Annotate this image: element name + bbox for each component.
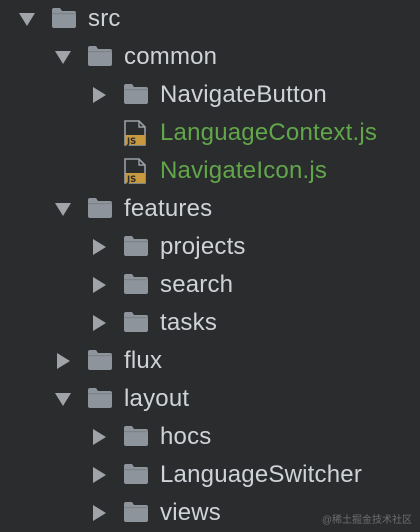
tree-row-navigatebutton[interactable]: NavigateButton — [0, 76, 420, 114]
tree-row-layout[interactable]: layout — [0, 380, 420, 418]
folder-icon — [124, 502, 148, 522]
tree-row-label: features — [124, 195, 213, 222]
tree-row-common[interactable]: common — [0, 38, 420, 76]
chevron-down-icon[interactable] — [52, 190, 74, 228]
folder-icon — [124, 236, 148, 256]
tree-row-tasks[interactable]: tasks — [0, 304, 420, 342]
watermark: @稀土掘金技术社区 — [321, 515, 412, 526]
tree-row-label: NavigateIcon.js — [160, 157, 328, 184]
javascript-file-icon: JS — [124, 158, 146, 185]
chevron-right-icon[interactable] — [88, 266, 110, 304]
chevron-right-icon[interactable] — [88, 76, 110, 114]
folder-icon — [124, 426, 148, 446]
tree-row-label: search — [160, 271, 234, 298]
folder-icon — [88, 388, 112, 408]
folder-icon — [124, 464, 148, 484]
tree-row-label: flux — [124, 347, 163, 374]
tree-row-hocs[interactable]: hocs — [0, 418, 420, 456]
folder-icon — [88, 46, 112, 66]
tree-row-label: layout — [124, 385, 190, 412]
tree-row-label: LanguageSwitcher — [160, 461, 363, 488]
tree-row-src[interactable]: src — [0, 0, 420, 38]
folder-icon — [124, 274, 148, 294]
tree-row-projects[interactable]: projects — [0, 228, 420, 266]
tree-row-languagecontext-js[interactable]: JS LanguageContext.js — [0, 114, 420, 152]
tree-row-label: LanguageContext.js — [160, 119, 378, 146]
tree-row-label: src — [88, 5, 121, 32]
chevron-right-icon[interactable] — [52, 342, 74, 380]
tree-row-flux[interactable]: flux — [0, 342, 420, 380]
chevron-down-icon[interactable] — [52, 38, 74, 76]
tree-row-label: common — [124, 43, 218, 70]
folder-icon — [124, 312, 148, 332]
js-badge: JS — [126, 137, 136, 146]
tree-row-features[interactable]: features — [0, 190, 420, 228]
folder-icon — [124, 84, 148, 104]
tree-row-navigateicon-js[interactable]: JS NavigateIcon.js — [0, 152, 420, 190]
project-file-tree: src common NavigateButton JS LanguageCon… — [0, 0, 420, 532]
tree-row-label: NavigateButton — [160, 81, 327, 108]
tree-row-label: hocs — [160, 423, 212, 450]
chevron-down-icon[interactable] — [52, 380, 74, 418]
folder-icon — [88, 198, 112, 218]
tree-row-label: views — [160, 499, 222, 526]
tree-row-languageswitcher[interactable]: LanguageSwitcher — [0, 456, 420, 494]
tree-row-search[interactable]: search — [0, 266, 420, 304]
folder-icon — [88, 350, 112, 370]
folder-icon — [52, 8, 76, 28]
js-badge: JS — [126, 175, 136, 184]
tree-row-label: projects — [160, 233, 246, 260]
chevron-right-icon[interactable] — [88, 228, 110, 266]
chevron-right-icon[interactable] — [88, 418, 110, 456]
chevron-right-icon[interactable] — [88, 494, 110, 532]
chevron-right-icon[interactable] — [88, 456, 110, 494]
chevron-right-icon[interactable] — [88, 304, 110, 342]
chevron-down-icon[interactable] — [16, 0, 38, 38]
tree-row-label: tasks — [160, 309, 218, 336]
javascript-file-icon: JS — [124, 120, 146, 147]
